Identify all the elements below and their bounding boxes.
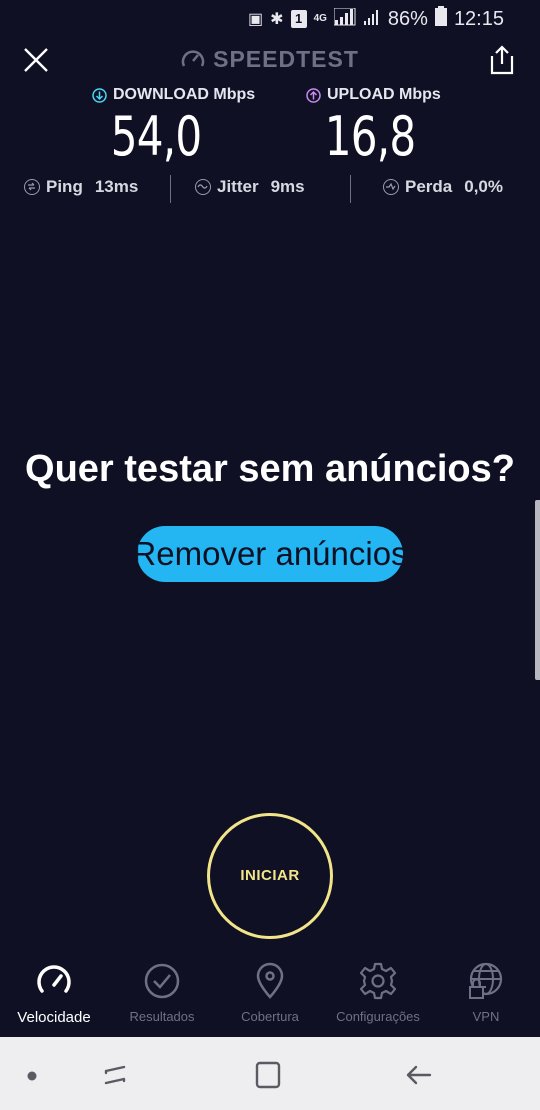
brand-label: SPEEDTEST [213,46,359,72]
remove-ads-button[interactable]: Remover anúncios [137,526,403,582]
jitter-value: 9ms [270,177,305,196]
download-arrow-icon [92,87,107,103]
map-pin-icon [256,962,284,999]
jitter-stat: Jitter 9ms [195,177,305,197]
vpn-globe-lock-icon [469,962,503,999]
nav-label: Resultados [129,1009,195,1024]
nav-item-configuracoes[interactable]: Configurações [324,961,432,1024]
nav-item-resultados[interactable]: Resultados [108,961,216,1024]
nav-label: Velocidade [17,1009,91,1026]
gear-icon [359,962,397,1000]
download-value: 54,0 [110,105,202,168]
bluetooth-icon: ✱ [270,11,284,28]
speedtest-logo-icon [181,50,205,67]
system-navigation-bar [0,1037,540,1110]
nav-item-vpn[interactable]: VPN [432,961,540,1024]
divider [350,175,351,203]
ping-value: 13ms [94,177,139,196]
ad-title: Quer testar sem anúncios? [25,448,515,490]
battery-saver-icon: ▣ [248,11,264,28]
nav-label: Configurações [336,1009,420,1024]
divider [170,175,171,203]
home-icon[interactable] [253,1059,285,1096]
nav-item-cobertura[interactable]: Cobertura [216,961,324,1024]
upload-header: UPLOAD Mbps [306,86,441,104]
remove-ads-label: Remover anúncios [137,535,403,572]
latency-stats: Ping 13ms Jitter 9ms Perda 0,0% [0,175,540,205]
scroll-indicator[interactable] [535,500,540,680]
download-label: DOWNLOAD Mbps [113,86,256,103]
check-circle-icon [144,963,180,999]
sim-icon: 1 [290,10,307,28]
bottom-navigation: Velocidade Resultados Cobertura Configur… [0,955,540,1037]
nav-label: VPN [472,1009,500,1024]
signal-icon [333,7,356,31]
recents-icon[interactable] [100,1059,132,1096]
upload-arrow-icon [306,87,321,103]
ping-label: Ping [46,177,83,196]
ping-stat: Ping 13ms [24,177,138,197]
battery-icon [434,6,447,32]
speedometer-icon [37,965,71,993]
back-icon[interactable] [402,1059,434,1096]
battery-percent: 86% [387,7,428,30]
upload-value: 16,8 [324,105,416,168]
signal-icon-2 [363,8,381,31]
nav-item-velocidade[interactable]: Velocidade [0,961,108,1026]
nav-label: Cobertura [241,1009,299,1024]
app-brand: SPEEDTEST [0,46,540,73]
loss-stat: Perda 0,0% [383,177,503,197]
status-bar: ▣ ✱ 1 4G 86% 12:15 [0,0,540,38]
share-icon[interactable] [488,44,516,76]
jitter-label: Jitter [217,177,259,196]
loss-label: Perda [405,177,453,196]
jitter-icon [195,179,211,195]
ping-icon [24,179,40,195]
network-type: 4G [313,13,327,24]
start-test-button[interactable]: INICIAR [207,813,333,939]
loss-value: 0,0% [464,177,503,196]
dot-icon[interactable] [26,1069,38,1087]
download-header: DOWNLOAD Mbps [92,86,255,104]
upload-label: UPLOAD Mbps [327,86,441,103]
clock: 12:15 [453,7,504,30]
packet-loss-icon [383,179,399,195]
